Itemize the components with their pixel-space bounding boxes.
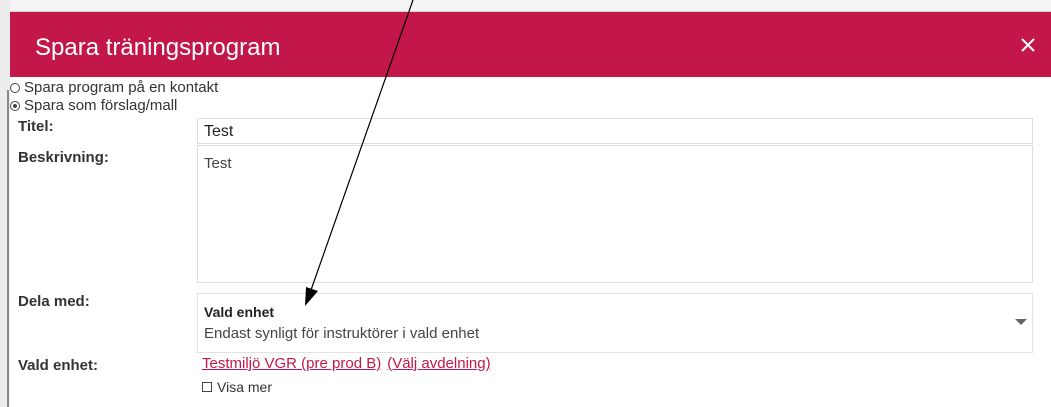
close-button[interactable] (1015, 32, 1041, 58)
title-label: Titel: (18, 118, 54, 135)
description-textarea[interactable]: Test (197, 145, 1033, 283)
radio-button[interactable] (10, 83, 20, 93)
background-scrollbar-edge (7, 90, 9, 407)
title-input[interactable]: Test (197, 118, 1033, 144)
dialog-title: Spara träningsprogram (35, 34, 281, 61)
unit-link[interactable]: Testmiljö VGR (pre prod B) (202, 355, 381, 372)
show-more-checkbox[interactable]: Visa mer (202, 379, 272, 395)
close-icon (1021, 38, 1035, 52)
share-label: Dela med: (18, 293, 90, 310)
radio-label: Spara som förslag/mall (24, 97, 178, 114)
radio-save-on-contact[interactable]: Spara program på en kontakt (10, 79, 218, 97)
choose-department-link[interactable]: (Välj avdelning) (387, 355, 490, 372)
unit-links: Testmiljö VGR (pre prod B) (Välj avdelni… (202, 355, 491, 372)
radio-button[interactable] (10, 101, 20, 111)
radio-label: Spara program på en kontakt (24, 79, 219, 96)
description-label: Beskrivning: (18, 149, 109, 166)
checkbox[interactable] (202, 382, 212, 392)
share-with-select[interactable]: Vald enhet Endast synligt för instruktör… (197, 293, 1033, 353)
share-selected-value: Vald enhet (204, 304, 275, 320)
chevron-down-icon (1015, 319, 1027, 325)
dialog-header: Spara träningsprogram (10, 12, 1051, 77)
save-training-program-dialog: Spara träningsprogram Spara program på e… (10, 12, 1051, 407)
share-selected-description: Endast synligt för instruktörer i vald e… (204, 325, 480, 342)
show-more-label: Visa mer (217, 379, 272, 395)
unit-label: Vald enhet: (18, 357, 99, 374)
radio-save-as-template[interactable]: Spara som förslag/mall (10, 97, 177, 115)
